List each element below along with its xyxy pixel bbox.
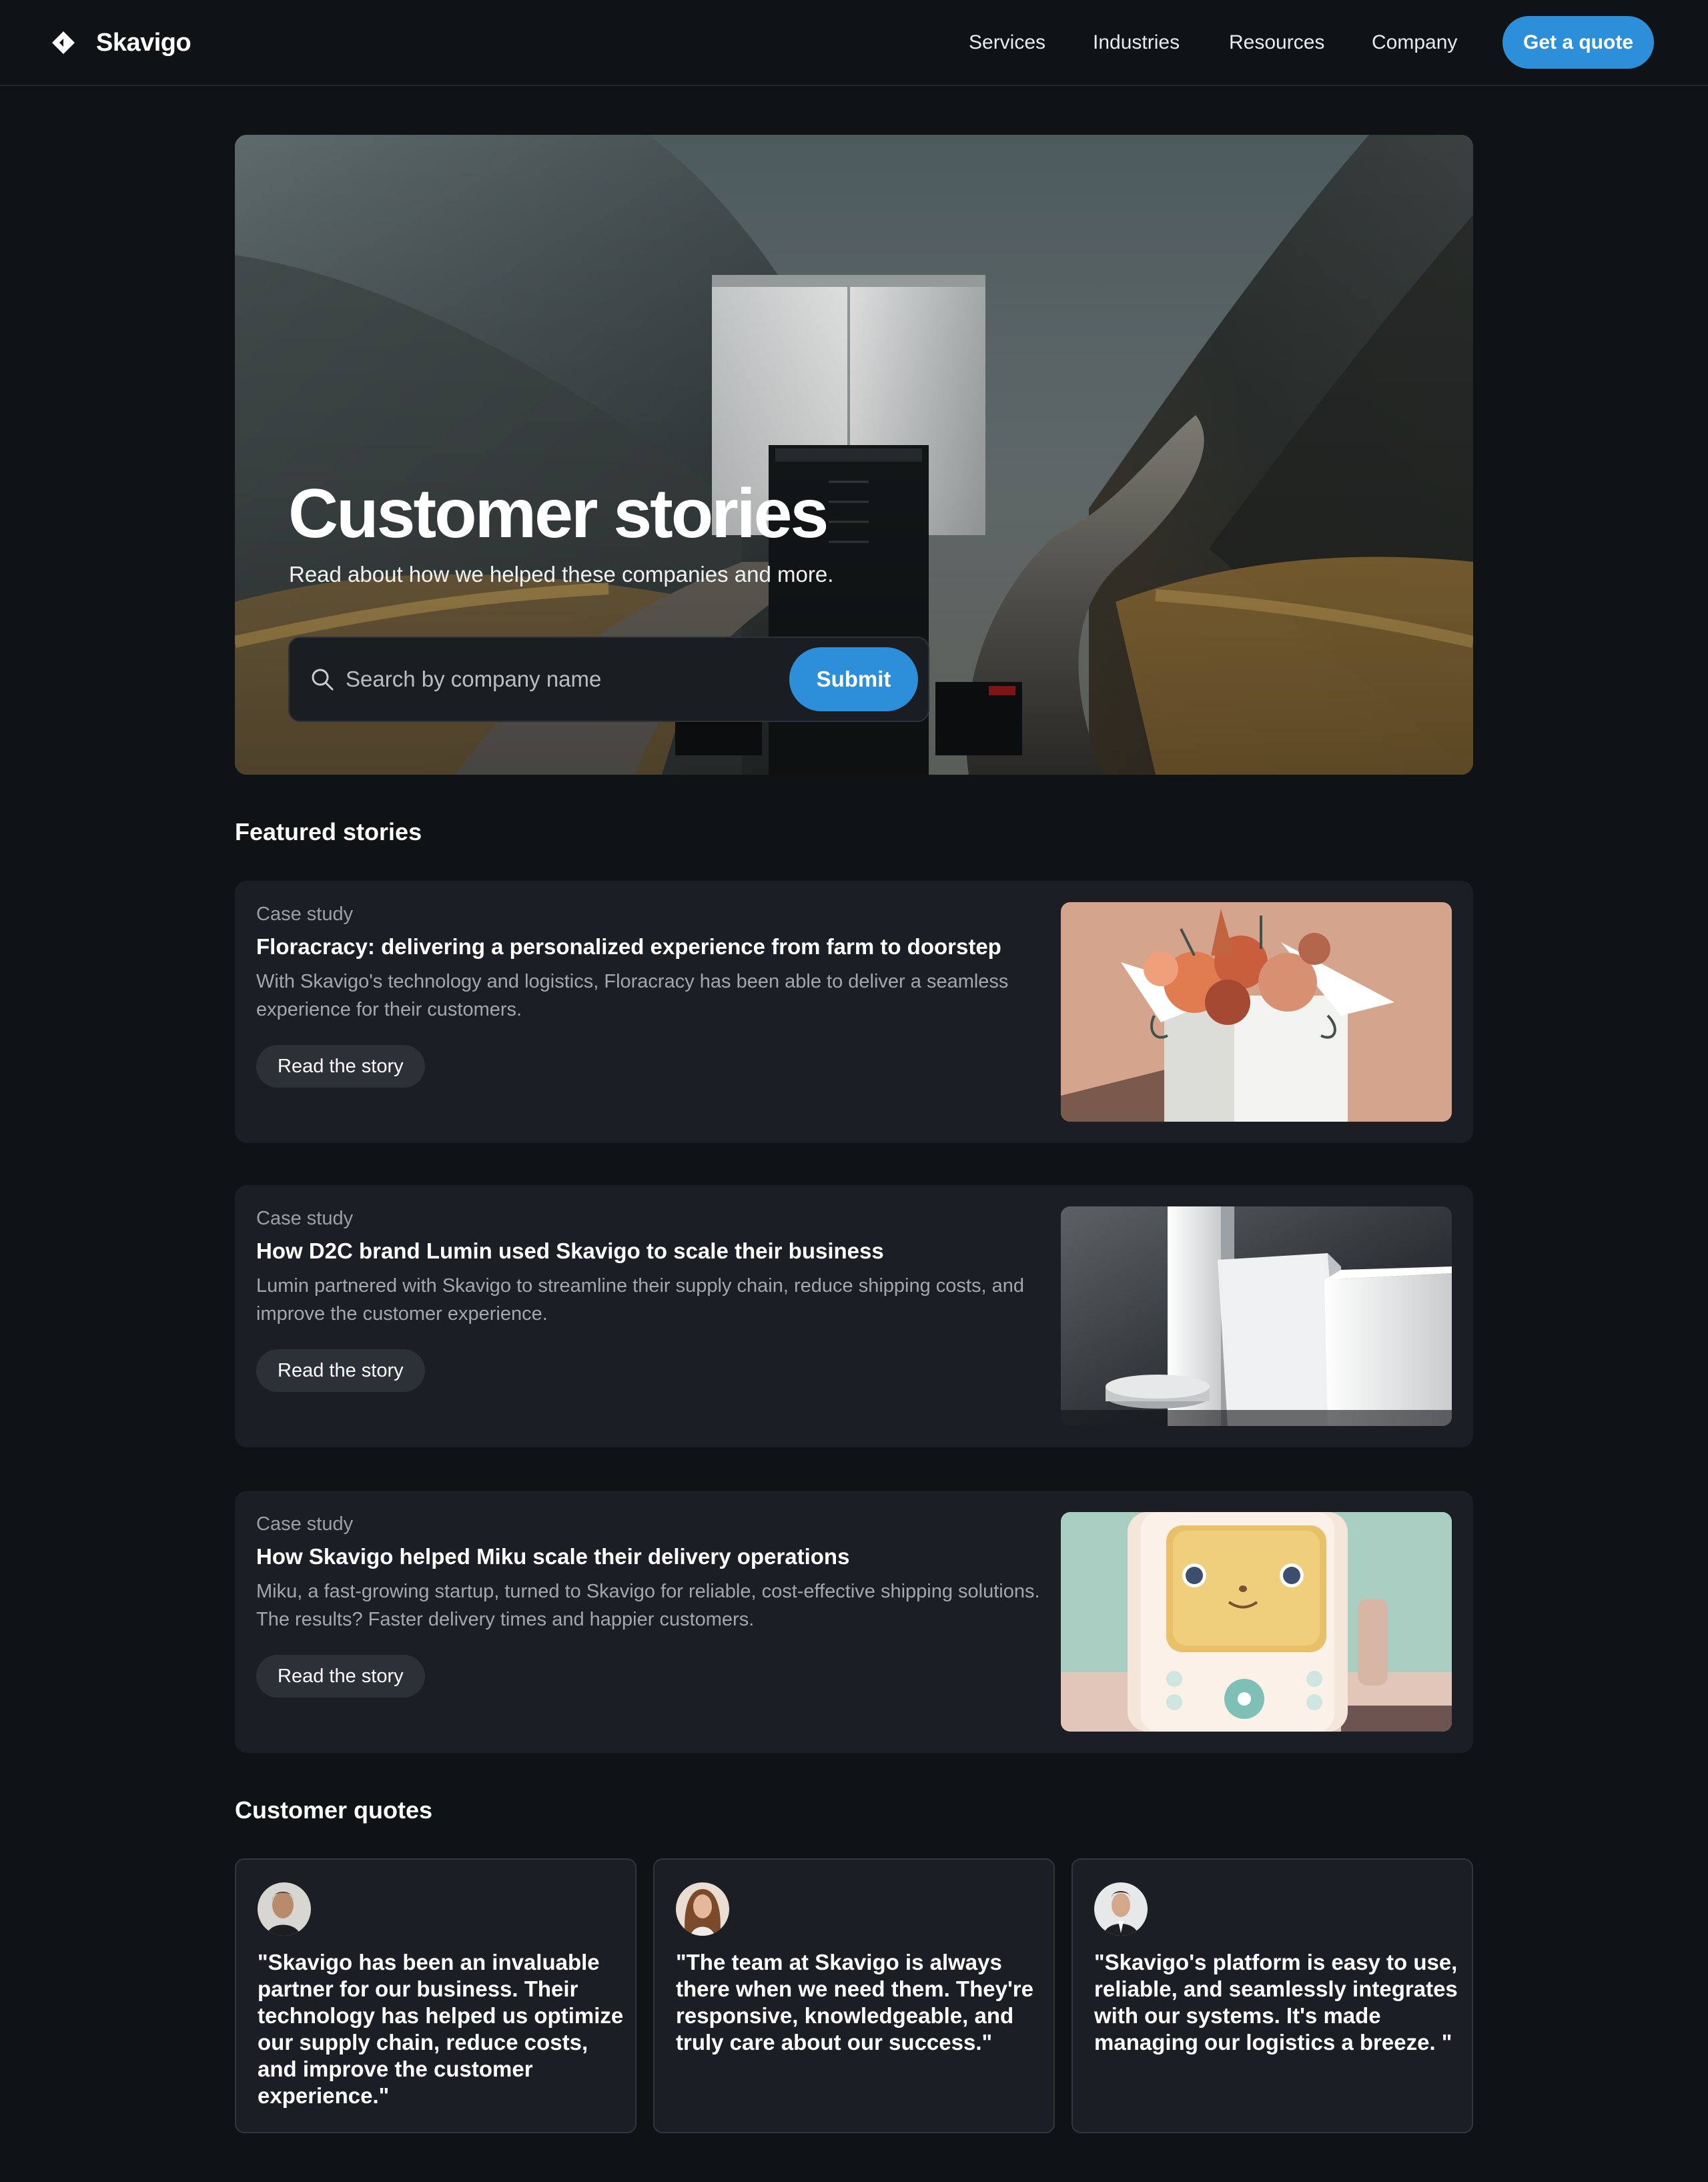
get-a-quote-button[interactable]: Get a quote [1503,16,1654,69]
read-story-button[interactable]: Read the story [256,1045,425,1088]
story-title: Floracracy: delivering a personalized ex… [256,934,1001,959]
story-card-miku: Case study How Skavigo helped Miku scale… [235,1491,1473,1753]
story-tag: Case study [256,903,354,925]
nav-link-industries[interactable]: Industries [1093,27,1180,59]
story-description: Lumin partnered with Skavigo to streamli… [256,1275,1024,1325]
quote-card: "Skavigo's platform is easy to use, reli… [1072,1858,1473,2133]
avatar [1094,1882,1148,1936]
read-story-button[interactable]: Read the story [256,1349,425,1392]
nav-link-resources[interactable]: Resources [1229,27,1324,59]
story-image-white-blocks [1061,1206,1452,1426]
brand[interactable]: Skavigo [52,25,191,60]
story-image-robot-device [1061,1512,1452,1732]
quote-card: "Skavigo has been an invaluable partner … [235,1858,636,2133]
story-card-floracracy: Case study Floracracy: delivering a pers… [235,881,1473,1143]
quote-text: "Skavigo has been an invaluable partner … [258,1950,624,2108]
hero-title: Customer stories [288,475,829,553]
nav-link-services[interactable]: Services [969,27,1045,59]
story-title: How D2C brand Lumin used Skavigo to scal… [256,1238,884,1263]
company-search-form: Submit [288,637,929,722]
avatar [258,1882,311,1936]
quote-text: "Skavigo's platform is easy to use, reli… [1094,1950,1458,2055]
read-story-button[interactable]: Read the story [256,1655,425,1698]
brand-name: Skavigo [96,28,191,57]
story-tag: Case study [256,1208,354,1229]
hero-banner: Customer stories Read about how we helpe… [235,135,1473,775]
quote-card: "The team at Skavigo is always there whe… [653,1858,1055,2133]
nav-link-company[interactable]: Company [1372,27,1457,59]
story-card-lumin: Case study How D2C brand Lumin used Skav… [235,1185,1473,1447]
quote-text: "The team at Skavigo is always there whe… [676,1950,1033,2055]
story-tag: Case study [256,1513,354,1535]
top-navigation: Skavigo Services Industries Resources Co… [0,0,1708,86]
featured-stories-heading: Featured stories [235,818,422,845]
brand-logo-icon [52,31,75,54]
avatar [676,1882,729,1936]
hero-subtitle: Read about how we helped these companies… [289,562,834,587]
story-image-flower-box [1061,902,1452,1122]
story-description: Miku, a fast-growing startup, turned to … [256,1581,1040,1630]
story-title: How Skavigo helped Miku scale their deli… [256,1544,850,1569]
story-description: With Skavigo's technology and logistics,… [256,971,1009,1020]
search-icon [312,669,334,691]
submit-button[interactable]: Submit [789,647,918,711]
customer-quotes-heading: Customer quotes [235,1796,433,1824]
company-search-input[interactable] [346,658,759,701]
